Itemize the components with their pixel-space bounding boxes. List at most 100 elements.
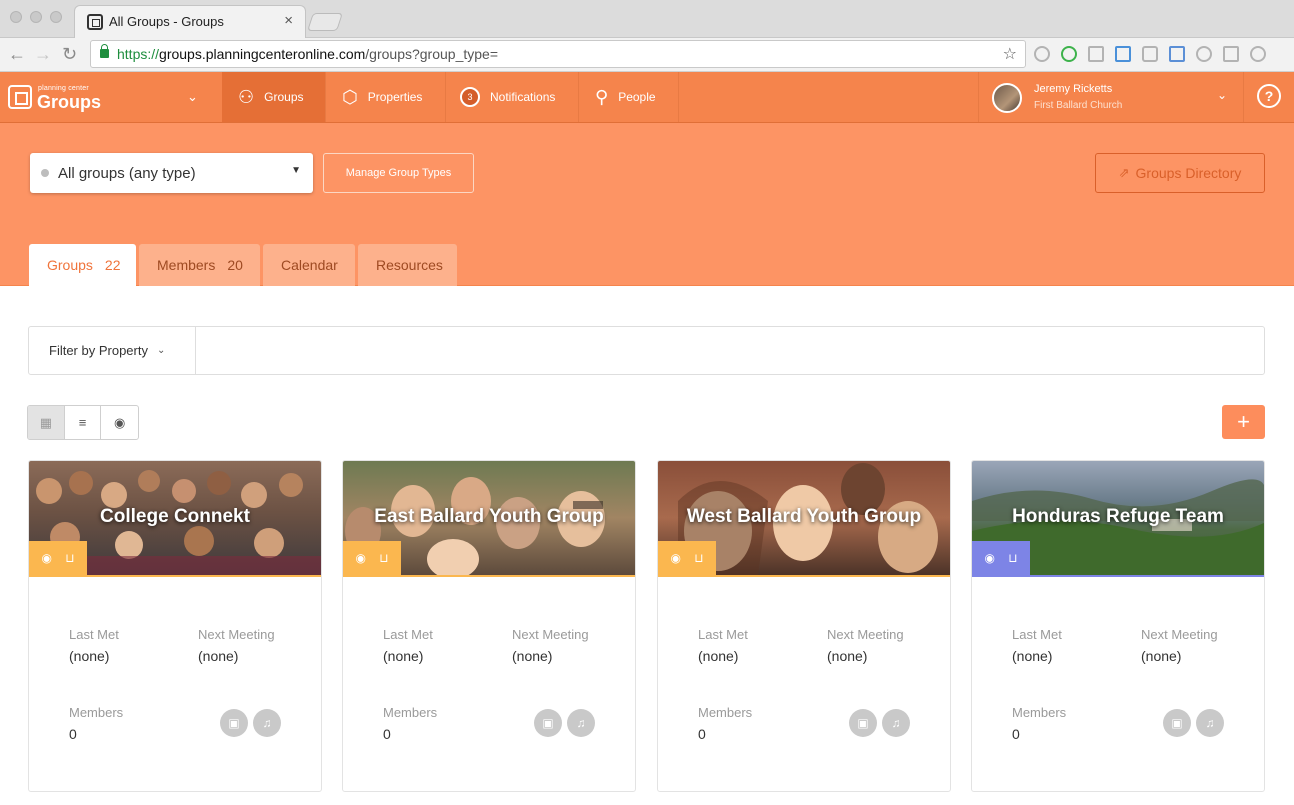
tab-resources[interactable]: Resources — [358, 244, 457, 286]
group-card[interactable]: Honduras Refuge Team ◉ ⊔ Last Met (none)… — [971, 460, 1265, 792]
bell-icon[interactable]: ♫ — [1196, 709, 1224, 737]
browser-tabbar: All Groups - Groups × — [0, 0, 1294, 38]
add-group-button[interactable]: + — [1222, 405, 1265, 439]
extension-clock-icon[interactable] — [1196, 46, 1212, 62]
group-name: Honduras Refuge Team — [1012, 506, 1224, 527]
window-minimize-button[interactable] — [30, 11, 42, 23]
tab-members[interactable]: Members 20 — [139, 244, 260, 286]
extension-info-icon[interactable] — [1034, 46, 1050, 62]
lock-icon: ⊔ — [694, 551, 704, 565]
group-type-select-value: All groups (any type) — [58, 165, 196, 182]
browser-tab-title: All Groups - Groups — [109, 14, 224, 29]
window-zoom-button[interactable] — [50, 11, 62, 23]
last-met-value: (none) — [69, 648, 110, 664]
view-toggle: ▦ ≡ ◉ — [27, 405, 139, 440]
list-view-icon[interactable]: ≡ — [65, 406, 102, 439]
tab-members-count: 20 — [227, 257, 243, 273]
group-banner[interactable]: Honduras Refuge Team ◉ ⊔ — [972, 461, 1264, 575]
nav-groups[interactable]: ⚇ Groups — [222, 72, 326, 122]
user-menu-chevron-icon: ⌄ — [1216, 88, 1227, 102]
map-view-icon[interactable]: ◉ — [101, 406, 138, 439]
extension-compass-icon[interactable] — [1250, 46, 1266, 62]
tab-resources-label: Resources — [376, 257, 443, 273]
help-icon[interactable]: ? — [1257, 84, 1281, 108]
lock-icon: ⊔ — [65, 551, 75, 565]
back-icon[interactable]: ← — [8, 44, 26, 64]
secure-lock-icon — [100, 44, 109, 58]
grid-view-icon[interactable]: ▦ — [28, 406, 65, 439]
nav-people[interactable]: ⚲ People — [579, 72, 679, 122]
note-icon[interactable]: ▣ — [534, 709, 562, 737]
logo-title[interactable]: Groups — [37, 92, 101, 113]
tab-groups-count: 22 — [104, 257, 121, 273]
members-value: 0 — [383, 726, 391, 742]
tab-groups[interactable]: Groups 22 — [29, 244, 136, 286]
filter-input[interactable] — [197, 327, 1264, 374]
group-banner[interactable]: West Ballard Youth Group ◉ ⊔ — [658, 461, 950, 575]
lock-icon: ⊔ — [1008, 551, 1018, 565]
note-icon[interactable]: ▣ — [1163, 709, 1191, 737]
eye-icon: ◉ — [670, 551, 682, 565]
window-close-button[interactable] — [10, 11, 22, 23]
tab-close-icon[interactable]: × — [284, 12, 293, 29]
card-accent — [658, 575, 950, 577]
groups-directory-label: Groups Directory — [1135, 165, 1242, 181]
extension-window-icon[interactable] — [1115, 46, 1131, 62]
eye-icon: ◉ — [984, 551, 996, 565]
group-name: East Ballard Youth Group — [374, 506, 604, 527]
next-meeting-label: Next Meeting — [827, 627, 904, 642]
bell-icon[interactable]: ♫ — [253, 709, 281, 737]
extension-pin-icon[interactable] — [1088, 46, 1104, 62]
members-value: 0 — [698, 726, 706, 742]
members-value: 0 — [1012, 726, 1020, 742]
note-icon[interactable]: ▣ — [220, 709, 248, 737]
last-met-value: (none) — [698, 648, 739, 664]
url-text: https://groups.planningcenteronline.com/… — [117, 46, 498, 62]
group-card[interactable]: West Ballard Youth Group ◉ ⊔ Last Met (n… — [657, 460, 951, 792]
extension-camera-icon[interactable] — [1142, 46, 1158, 62]
app-header: planning center Groups ⌄ ⚇ Groups ⬡ Prop… — [0, 72, 1294, 123]
app-switcher-chevron-icon[interactable]: ⌄ — [187, 89, 198, 105]
user-menu[interactable]: Jeremy Ricketts First Ballard Church ⌄ — [978, 72, 1244, 122]
manage-group-types-button[interactable]: Manage Group Types — [323, 153, 474, 193]
browser-tab[interactable]: All Groups - Groups × — [74, 5, 306, 38]
forward-icon[interactable]: → — [34, 44, 52, 64]
group-banner[interactable]: East Ballard Youth Group ◉ ⊔ — [343, 461, 635, 575]
extension-resize-icon[interactable] — [1169, 46, 1185, 62]
new-tab-button[interactable] — [307, 13, 343, 31]
bell-icon[interactable]: ♫ — [567, 709, 595, 737]
extension-grid-icon[interactable] — [1223, 46, 1239, 62]
reload-icon[interactable]: ↻ — [62, 44, 77, 64]
note-icon[interactable]: ▣ — [849, 709, 877, 737]
visibility-badge: ◉ ⊔ — [658, 541, 716, 575]
next-meeting-label: Next Meeting — [512, 627, 589, 642]
groups-directory-button[interactable]: ⇗ Groups Directory — [1095, 153, 1265, 193]
nav-notifications[interactable]: 3 Notifications — [446, 72, 579, 122]
card-accent — [343, 575, 635, 577]
card-accent — [29, 575, 321, 577]
next-meeting-label: Next Meeting — [1141, 627, 1218, 642]
group-banner[interactable]: College Connekt ◉ ⊔ — [29, 461, 321, 575]
groups-icon: ⚇ — [238, 87, 255, 107]
group-type-select[interactable]: All groups (any type) ▼ — [30, 153, 313, 193]
group-card[interactable]: East Ballard Youth Group ◉ ⊔ Last Met (n… — [342, 460, 636, 792]
caret-down-icon: ▼ — [291, 165, 301, 176]
card-accent — [972, 575, 1264, 577]
planning-center-favicon-icon — [87, 14, 103, 30]
person-icon: ⚲ — [595, 87, 609, 107]
tab-members-label: Members — [157, 257, 216, 273]
group-card[interactable]: College Connekt ◉ ⊔ Last Met (none) Next… — [28, 460, 322, 792]
last-met-value: (none) — [383, 648, 424, 664]
members-label: Members — [69, 705, 124, 720]
bell-icon[interactable]: ♫ — [882, 709, 910, 737]
nav-properties[interactable]: ⬡ Properties — [326, 72, 446, 122]
visibility-badge: ◉ ⊔ — [29, 541, 87, 575]
filter-by-property-button[interactable]: Filter by Property ⌄ — [29, 327, 196, 374]
address-bar[interactable]: https://groups.planningcenteronline.com/… — [90, 40, 1026, 68]
groups-logo-icon[interactable] — [8, 85, 32, 109]
extension-green-icon[interactable] — [1061, 46, 1077, 62]
next-meeting-value: (none) — [512, 648, 553, 664]
tab-calendar[interactable]: Calendar — [263, 244, 355, 286]
bookmark-star-icon[interactable]: ☆ — [1003, 44, 1017, 64]
notification-bell-icon: 3 — [460, 87, 480, 107]
